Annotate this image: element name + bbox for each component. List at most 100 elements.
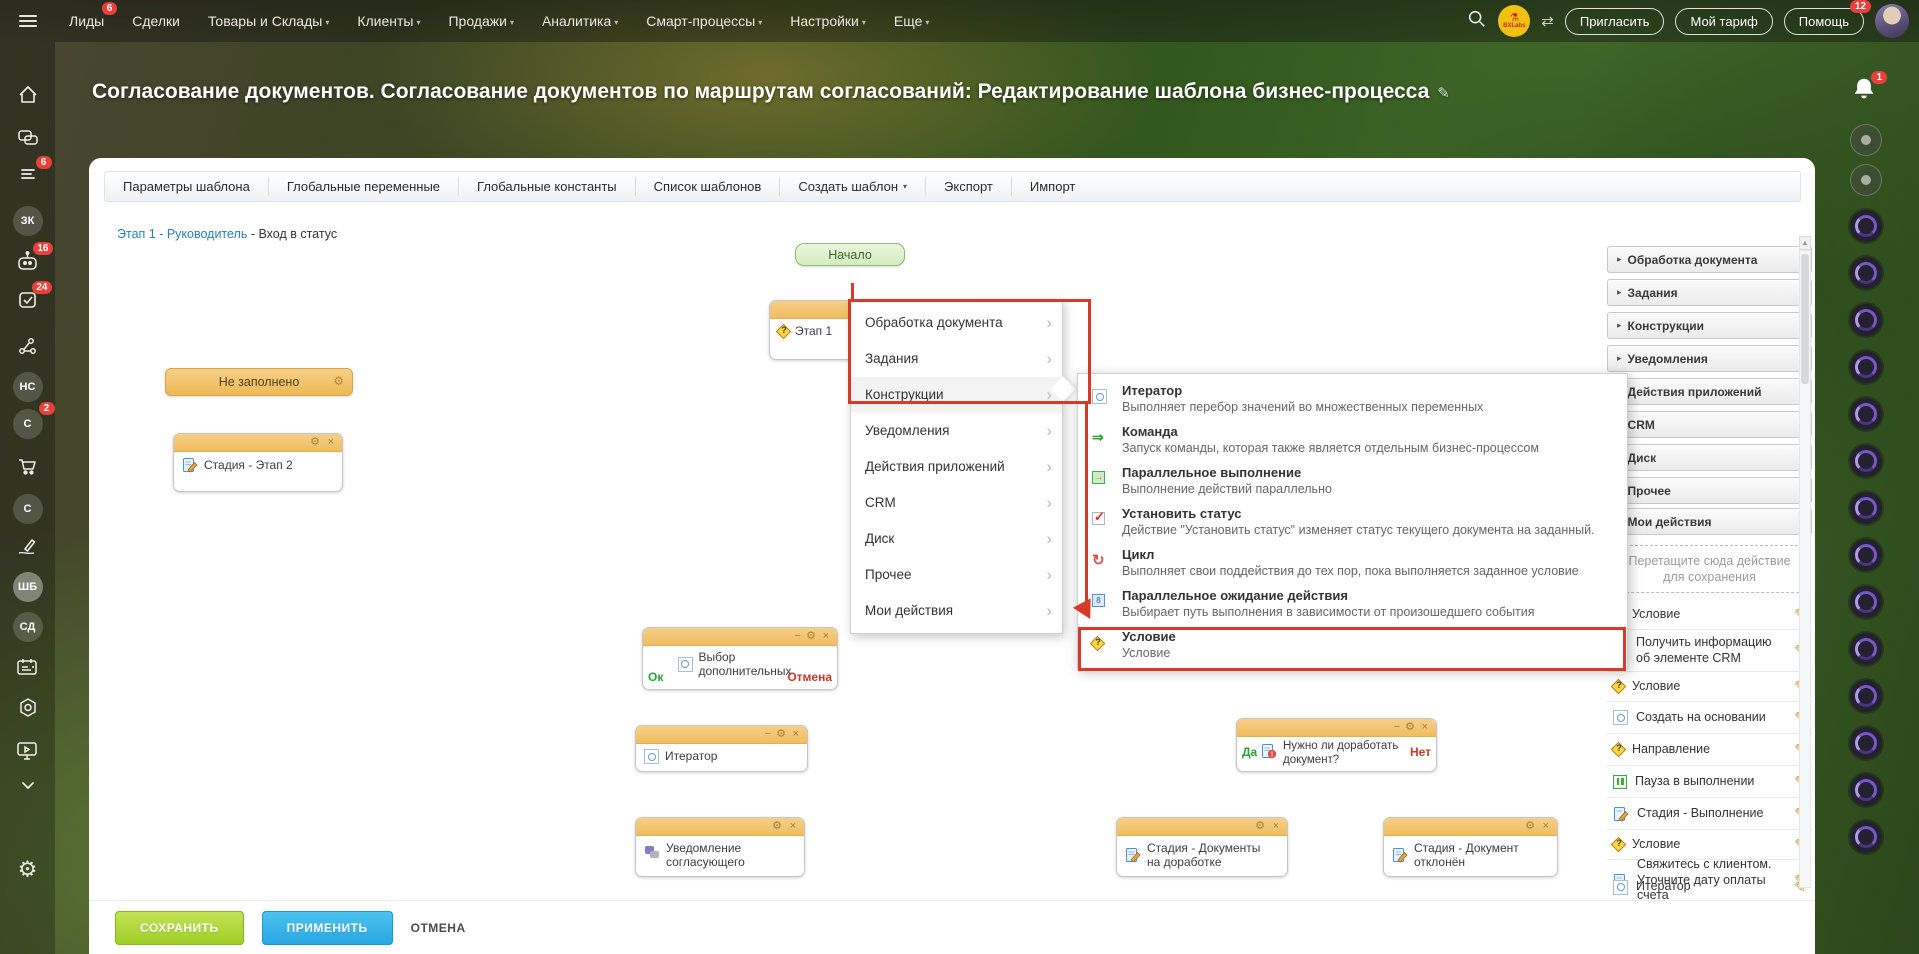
app-shortcut-icon[interactable] xyxy=(1850,680,1882,712)
action-dropzone[interactable]: Перетащите сюда действие для сохранения xyxy=(1617,545,1802,593)
feed-icon[interactable]: 6 xyxy=(16,163,40,187)
tab-import[interactable]: Импорт xyxy=(1012,172,1093,201)
rail-widget-icon[interactable] xyxy=(1850,164,1882,196)
flow-node-notify[interactable]: ⚙ × Уведомление согласующего xyxy=(635,817,805,877)
chats-icon[interactable] xyxy=(16,127,40,151)
invite-button[interactable]: Пригласить xyxy=(1565,8,1665,35)
edit-title-icon[interactable]: ✎ xyxy=(1437,85,1450,102)
gear-icon[interactable]: ⚙ xyxy=(772,819,782,834)
nav-products[interactable]: Товары и Склады▾ xyxy=(208,13,329,29)
my-action-row[interactable]: Условие ✎ xyxy=(1607,600,1812,630)
breadcrumb-stage-link[interactable]: Этап 1 - Руководитель xyxy=(117,227,247,241)
submenu-item-loop[interactable]: ↻ Цикл Выполняет свои поддействия до тех… xyxy=(1078,544,1627,585)
notifications-bell-icon[interactable]: 1 xyxy=(1849,75,1883,109)
tab-global-variables[interactable]: Глобальные переменные xyxy=(269,172,458,201)
menu-item-disk[interactable]: Диск› xyxy=(851,521,1062,557)
nav-deals[interactable]: Сделки xyxy=(132,13,180,29)
cart-icon[interactable] xyxy=(16,454,40,478)
flow-node-stage-rework[interactable]: ⚙ × Стадия - Документы на доработке xyxy=(1116,817,1288,877)
flow-node-stage2[interactable]: ⚙ × Стадия - Этап 2 xyxy=(173,433,343,492)
rail-widget-icon[interactable] xyxy=(1850,124,1882,156)
avatar[interactable] xyxy=(1875,4,1909,38)
cancel-button[interactable]: ОТМЕНА xyxy=(411,921,466,935)
submenu-item-parallel-execution[interactable]: → Параллельное выполнение Выполнение дей… xyxy=(1078,462,1627,503)
tab-template-list[interactable]: Список шаблонов xyxy=(636,172,780,201)
gear-icon[interactable]: ⚙ xyxy=(333,374,344,388)
close-icon[interactable]: × xyxy=(328,435,334,450)
tab-export[interactable]: Экспорт xyxy=(926,172,1011,201)
flow-node-start[interactable]: Начало xyxy=(795,243,905,266)
minimize-icon[interactable]: − xyxy=(1394,720,1400,735)
my-action-row[interactable]: Условие ✎ xyxy=(1607,672,1812,702)
group-c-avatar[interactable]: С2 xyxy=(13,409,43,439)
menu-item-my-actions[interactable]: Мои действия› xyxy=(851,593,1062,629)
submenu-item-command[interactable]: ⇒ Команда Запуск команды, которая также … xyxy=(1078,421,1627,462)
app-shortcut-icon[interactable] xyxy=(1850,398,1882,430)
workspace-shb-avatar[interactable]: ШБ xyxy=(13,572,43,602)
gear-icon[interactable]: ⚙ xyxy=(806,629,816,644)
network-icon[interactable] xyxy=(15,335,41,359)
hamburger-menu-icon[interactable] xyxy=(0,12,55,30)
switch-portal-icon[interactable]: ⇄ xyxy=(1541,12,1554,30)
video-icon[interactable] xyxy=(15,738,41,762)
flow-node-not-filled[interactable]: Не заполнено ⚙ xyxy=(165,368,353,396)
minimize-icon[interactable]: − xyxy=(795,629,801,644)
app-shortcut-icon[interactable] xyxy=(1850,774,1882,806)
accordion-other[interactable]: ▸Прочее xyxy=(1607,477,1812,504)
my-action-row[interactable]: Стадия - Выполнение ✎ xyxy=(1607,798,1812,830)
app-shortcut-icon[interactable] xyxy=(1850,210,1882,242)
app-shortcut-icon[interactable] xyxy=(1850,539,1882,571)
submenu-item-set-status[interactable]: Установить статус Действие "Установить с… xyxy=(1078,503,1627,544)
nav-clients[interactable]: Клиенты▾ xyxy=(357,13,420,29)
my-action-row[interactable]: Итератор ✎ xyxy=(1607,874,1812,900)
accordion-document-processing[interactable]: ▸Обработка документа xyxy=(1607,246,1812,273)
submenu-item-iterator[interactable]: Итератор Выполняет перебор значений во м… xyxy=(1078,380,1627,421)
tariff-button[interactable]: Мой тариф xyxy=(1675,8,1772,35)
menu-item-other[interactable]: Прочее› xyxy=(851,557,1062,593)
my-action-row[interactable]: Условие ✎ xyxy=(1607,830,1812,860)
nav-analytics[interactable]: Аналитика▾ xyxy=(542,13,618,29)
flow-node-stage-rejected[interactable]: ⚙ × Стадия - Документ отклонён xyxy=(1383,817,1558,877)
app-shortcut-icon[interactable] xyxy=(1850,445,1882,477)
automation-icon[interactable] xyxy=(16,696,40,720)
close-icon[interactable]: × xyxy=(823,629,829,644)
accordion-app-actions[interactable]: ▸Действия приложений xyxy=(1607,378,1812,405)
apply-button[interactable]: ПРИМЕНИТЬ xyxy=(262,911,393,945)
flow-node-question[interactable]: − ⚙ × ! Нужно ли доработать документ? Да… xyxy=(1236,718,1437,772)
close-icon[interactable]: × xyxy=(1273,819,1279,834)
my-action-row[interactable]: Пауза в выполнении ✎ xyxy=(1607,766,1812,798)
portal-logo[interactable]: ⚗ BXLabs xyxy=(1498,5,1530,37)
app-shortcut-icon[interactable] xyxy=(1850,351,1882,383)
chevron-down-icon[interactable] xyxy=(16,776,40,796)
nav-sales[interactable]: Продажи▾ xyxy=(448,13,513,29)
sign-icon[interactable] xyxy=(15,535,41,559)
my-action-row[interactable]: Создать на основании ✎ xyxy=(1607,702,1812,734)
accordion-my-actions[interactable]: ▸Мои действия xyxy=(1607,508,1812,535)
accordion-tasks[interactable]: ▸Задания xyxy=(1607,279,1812,306)
tab-global-constants[interactable]: Глобальные константы xyxy=(459,172,635,201)
app-shortcut-icon[interactable] xyxy=(1850,304,1882,336)
group-ns-avatar[interactable]: НС xyxy=(13,372,43,402)
nav-leads[interactable]: Лиды6 xyxy=(69,13,104,29)
gear-icon[interactable]: ⚙ xyxy=(1405,720,1415,735)
group-zk-avatar[interactable]: ЗК xyxy=(13,206,43,236)
gear-icon[interactable]: ⚙ xyxy=(776,727,786,742)
scrollbar-up-button[interactable]: ▲ xyxy=(1799,236,1811,250)
app-shortcut-icon[interactable] xyxy=(1850,633,1882,665)
close-icon[interactable]: × xyxy=(1543,819,1549,834)
search-icon[interactable] xyxy=(1467,9,1487,34)
accordion-disk[interactable]: ▸Диск xyxy=(1607,444,1812,471)
minimize-icon[interactable]: − xyxy=(765,727,771,742)
flow-node-choice[interactable]: − ⚙ × Выбор дополнительных Ок Отмена xyxy=(642,627,838,690)
help-button[interactable]: Помощь12 xyxy=(1784,8,1864,35)
close-icon[interactable]: × xyxy=(790,819,796,834)
gear-icon[interactable]: ⚙ xyxy=(310,435,320,450)
settings-gear-icon[interactable]: ⚙ xyxy=(18,859,38,882)
app-shortcut-icon[interactable] xyxy=(1850,727,1882,759)
flow-node-iterator[interactable]: − ⚙ × Итератор xyxy=(635,725,808,772)
tab-create-template[interactable]: Создать шаблон▾ xyxy=(780,172,925,201)
menu-item-app-actions[interactable]: Действия приложений› xyxy=(851,449,1062,485)
nav-smart-processes[interactable]: Смарт-процессы▾ xyxy=(646,13,762,29)
accordion-crm[interactable]: ▸CRM xyxy=(1607,411,1812,438)
my-action-row[interactable]: Получить информацию об элементе CRM ✎ xyxy=(1607,630,1812,672)
